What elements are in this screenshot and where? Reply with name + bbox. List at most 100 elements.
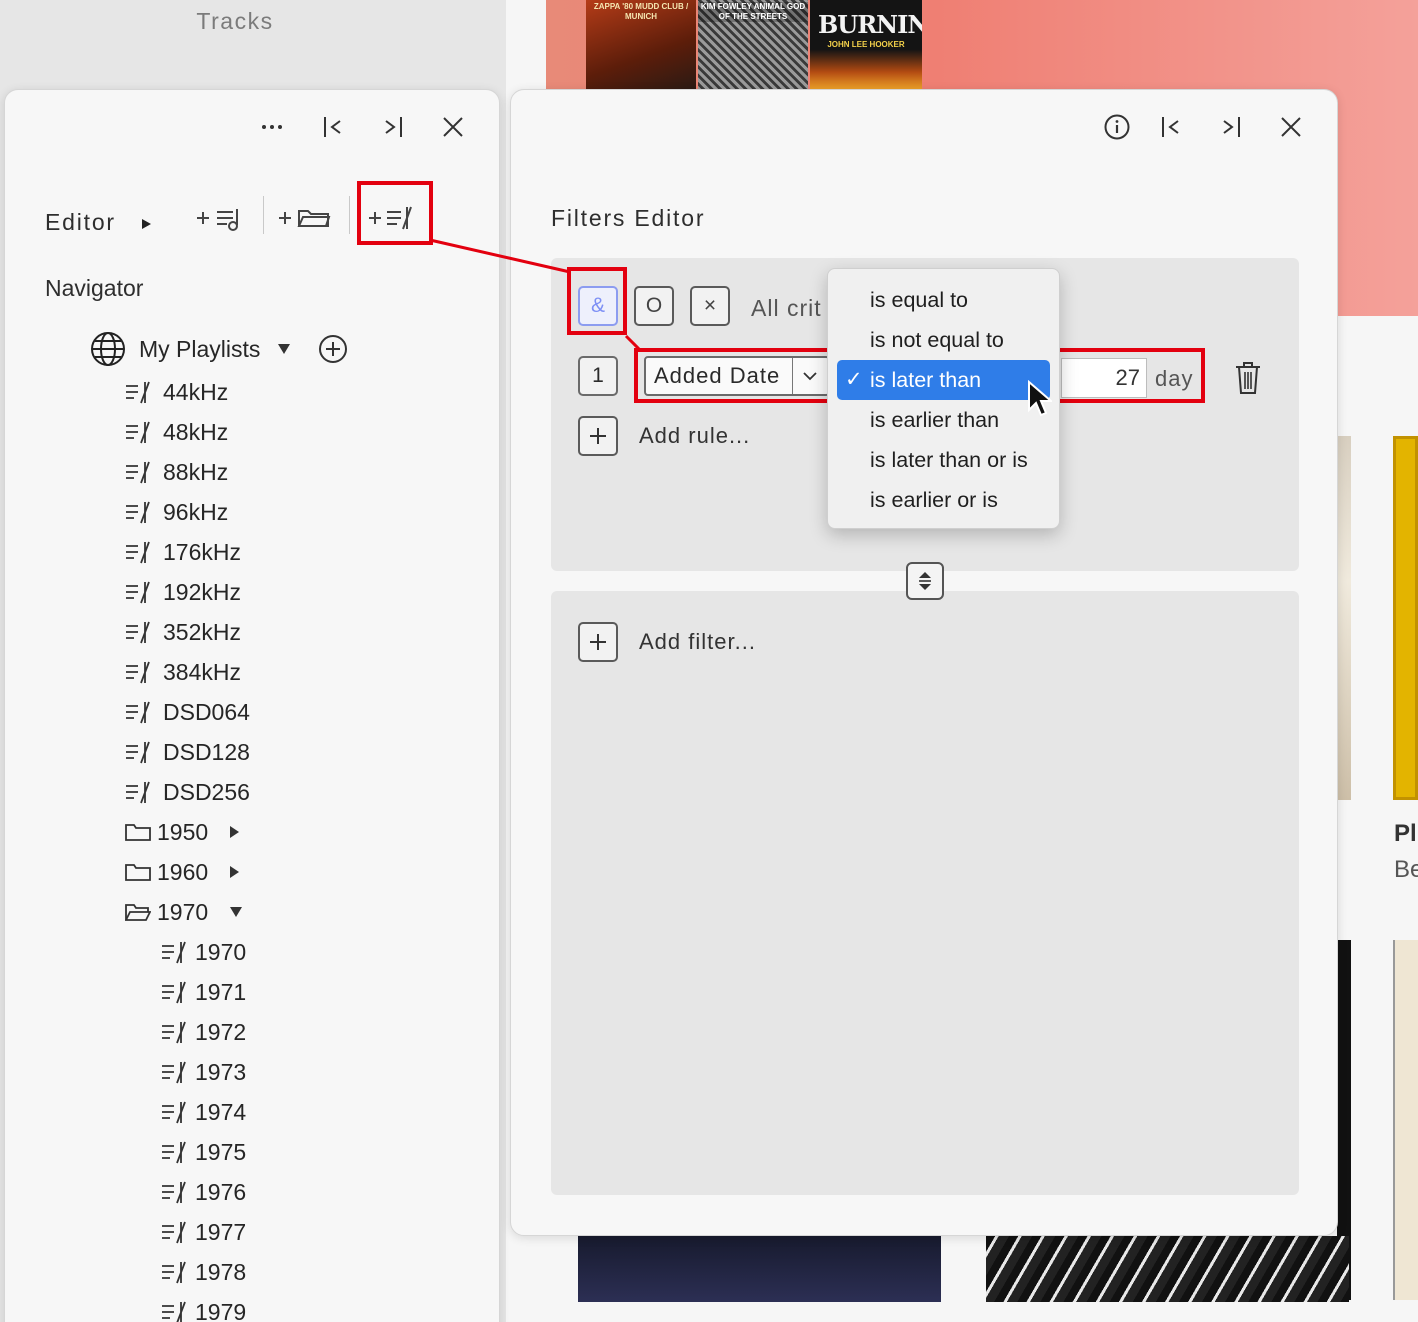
operator-option-label: is later than or is [870,447,1028,472]
add-rule-button[interactable] [578,416,618,456]
album-cover-fowley[interactable]: KIM FOWLEY ANIMAL GOD OF THE STREETS [698,0,808,90]
tree-item-playlist[interactable]: 48kHz [125,413,228,451]
tree-item-folder[interactable]: 1960 [125,853,240,891]
operator-option[interactable]: is earlier than [837,400,1050,440]
editor-toggle[interactable]: Editor [45,202,151,242]
tree-item-playlist[interactable]: 192kHz [125,573,241,611]
tree-item-playlist[interactable]: 1974 [161,1093,246,1131]
smart-playlist-icon [125,779,151,805]
collapse-left-button[interactable] [1153,109,1189,145]
add-rule-label[interactable]: Add rule... [639,423,750,449]
checkmark-icon: ✓ [845,368,863,391]
tree-item-label: 1971 [195,978,247,1005]
tree-root-my-playlists[interactable]: My Playlists [89,330,348,368]
plus-circle-icon [319,335,348,363]
delete-rule-button[interactable] [1232,360,1264,396]
close-button[interactable] [1273,109,1309,145]
operator-option[interactable]: ✓ is later than [837,360,1050,400]
tree-item-playlist[interactable]: 1972 [161,1013,246,1051]
play-triangle-icon [141,219,151,229]
album-cover-zappa[interactable]: ZAPPA '80 MUDD CLUB / MUNICH [586,0,696,90]
tree-item-label: 44kHz [163,378,229,405]
tree-item-playlist[interactable]: 1971 [161,973,246,1011]
editor-label: Editor [45,208,116,235]
smart-playlist-icon [161,1219,187,1245]
album-caption: JOHN LEE HOOKER [827,40,905,49]
add-folder-icon [279,210,331,227]
tree-item-playlist[interactable]: 1977 [161,1213,246,1251]
smart-playlist-icon [125,659,151,685]
smart-playlist-icon [125,539,151,565]
expand-right-button[interactable] [375,109,411,145]
album-cover[interactable] [578,1236,941,1302]
tree-item-label: 1976 [195,1178,247,1205]
plus-icon [590,634,606,650]
close-button[interactable] [435,109,471,145]
tree-item-playlist[interactable]: 88kHz [125,453,228,491]
tree-item-label: 1975 [195,1138,247,1165]
mouse-pointer-icon [1028,380,1052,417]
tree-item-label: 176kHz [163,538,241,565]
smart-playlist-icon [125,459,151,485]
match-none-button[interactable]: × [690,286,730,326]
album-cover[interactable] [1393,436,1418,800]
add-filter-label[interactable]: Add filter... [639,629,756,655]
collapse-left-icon [324,117,341,137]
album-cover[interactable] [986,1236,1349,1302]
tree-item-label: DSD256 [163,778,250,805]
operator-option-label: is not equal to [870,327,1004,352]
album-cover-burnin[interactable]: BURNIN' JOHN LEE HOOKER [810,0,922,90]
more-options-button[interactable] [254,109,290,145]
tree-item-playlist[interactable]: DSD064 [125,693,250,731]
split-resize-handle[interactable] [906,562,944,600]
tree-item-playlist[interactable]: 384kHz [125,653,241,691]
album-caption: KIM FOWLEY ANIMAL GOD OF THE STREETS [698,2,808,22]
tree-root-label: My Playlists [139,335,261,362]
add-filter-button[interactable] [578,622,618,662]
match-any-button[interactable]: O [634,286,674,326]
album-cover[interactable] [1393,940,1418,1300]
tree-item-playlist[interactable]: 1976 [161,1173,246,1211]
chevron-right-icon [230,826,240,838]
add-playlist-button[interactable] [195,198,245,238]
info-button[interactable] [1099,109,1135,145]
tree-item-playlist[interactable]: 44kHz [125,373,228,411]
tree-item-label: 384kHz [163,658,241,685]
folder-icon [125,859,151,885]
collapse-left-button[interactable] [315,109,351,145]
smart-playlist-icon [125,499,151,525]
tree-item-folder[interactable]: 1950 [125,813,240,851]
tree-item-folder[interactable]: 1970 [124,893,243,931]
tree-item-label: DSD064 [163,698,250,725]
tree-item-playlist[interactable]: 96kHz [125,493,228,531]
tree-item-playlist[interactable]: 176kHz [125,533,241,571]
folder-icon [125,819,151,845]
tree-item-playlist[interactable]: 1973 [161,1053,246,1091]
navigator-panel: Editor Navigator My Playlists 44kHz 48kHz… [4,89,500,1322]
tree-item-playlist[interactable]: DSD256 [125,773,250,811]
tree-item-label: 352kHz [163,618,241,645]
tree-item-label: 1978 [195,1258,247,1285]
filters-box [551,591,1299,1195]
operator-option[interactable]: is later than or is [837,440,1050,480]
tree-item-label: 1974 [195,1098,247,1125]
operator-option[interactable]: is equal to [837,280,1050,320]
smart-playlist-icon [125,419,151,445]
operator-option[interactable]: is earlier or is [837,480,1050,520]
smart-playlist-icon [161,979,187,1005]
add-circle-button[interactable] [318,334,348,364]
expand-right-button[interactable] [1213,109,1249,145]
tree-item-playlist[interactable]: 352kHz [125,613,241,651]
album-cover[interactable] [1337,436,1351,800]
tree-item-playlist[interactable]: 1978 [161,1253,246,1291]
tree-item-playlist[interactable]: DSD128 [125,733,250,771]
tree-item-playlist[interactable]: 1975 [161,1133,246,1171]
expand-right-icon [1223,117,1240,137]
smart-playlist-icon [125,379,151,405]
tree-item-playlist[interactable]: 1979 [161,1293,246,1322]
plus-icon [590,428,606,444]
smart-playlist-icon [161,1299,187,1322]
operator-option[interactable]: is not equal to [837,320,1050,360]
add-folder-button[interactable] [277,198,333,238]
tree-item-playlist[interactable]: 1970 [161,933,246,971]
